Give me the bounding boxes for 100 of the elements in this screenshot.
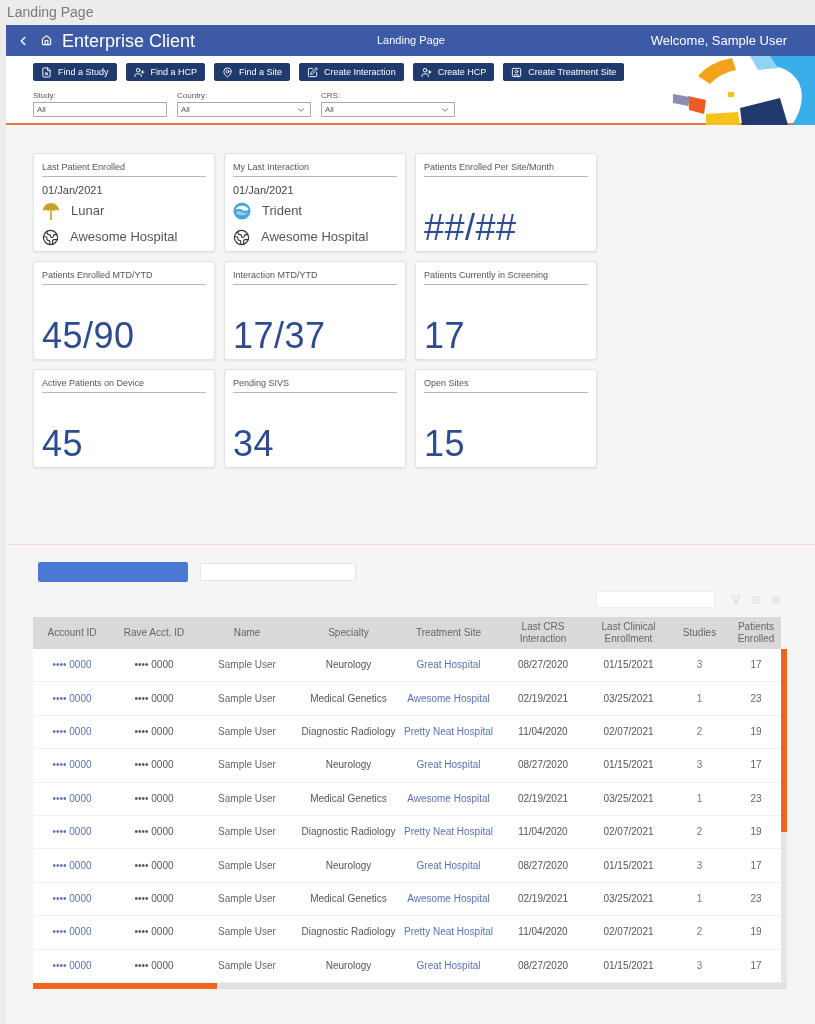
settings-icon[interactable] (771, 594, 781, 605)
table-cell-text: 1 (695, 891, 704, 906)
scrollbar-thumb[interactable] (781, 649, 787, 832)
table-row[interactable]: •••• 0000 •••• 0000 Sample User Diagnostic Radiology Pretty Neat Hospital 11/04/2020 02/07/2021 2 19 (33, 916, 781, 950)
table-cell-text: 17 (749, 858, 763, 873)
globe-icon (42, 228, 59, 246)
filter-icon[interactable] (731, 594, 741, 605)
person-card-icon (511, 66, 523, 78)
table-row[interactable]: •••• 0000 •••• 0000 Sample User Neurology Great Hospital 08/27/2020 01/15/2021 3 17 (33, 849, 781, 883)
table-cell-text: Sample User (217, 891, 277, 906)
toolbar-button[interactable]: Create HCP (412, 63, 495, 81)
column-header[interactable]: Studies (668, 617, 731, 649)
card-date: 01/Jan/2021 (42, 183, 104, 197)
table-cell-text: 02/07/2021 (602, 925, 655, 940)
table-cell-text: 08/27/2020 (516, 758, 570, 773)
site-name: Awesome Hospital (261, 229, 369, 245)
table-cell-text: 17 (749, 658, 763, 673)
field-label: Study: (33, 91, 57, 100)
table-cell-text: Neurology (324, 958, 373, 973)
table-cell-text: •••• 0000 (133, 658, 175, 673)
table-row[interactable]: •••• 0000 •••• 0000 Sample User Neurology Great Hospital 08/27/2020 01/15/2021 3 17 (33, 749, 781, 783)
input-field[interactable]: All (33, 102, 167, 117)
table-cell-text: •••• 0000 (51, 825, 93, 840)
table-row[interactable]: •••• 0000 •••• 0000 Sample User Medical Genetics Awesome Hospital 02/19/2021 03/25/2021 1 23 (33, 682, 781, 716)
toolbar-button[interactable]: Create Treatment Site (503, 63, 625, 81)
table-cell-text: Medical Genetics (309, 691, 388, 706)
table-cell-text: Pretty Neat Hospital (403, 825, 494, 840)
table-cell-text: 03/25/2021 (602, 791, 655, 806)
document-search-icon (41, 66, 52, 78)
table-row[interactable]: •••• 0000 •••• 0000 Sample User Neurology Great Hospital 08/27/2020 01/15/2021 3 17 (33, 649, 781, 683)
table-cell-text: •••• 0000 (51, 858, 93, 873)
column-header[interactable]: Account ID (33, 617, 111, 649)
table-cell-text: •••• 0000 (133, 691, 175, 706)
table-cell-text: •••• 0000 (133, 825, 175, 840)
table-cell-text: Great Hospital (415, 658, 482, 673)
frame-title: Landing Page (7, 3, 94, 22)
table-cell-text: 17 (749, 958, 763, 973)
column-header[interactable]: Specialty (297, 617, 400, 649)
dropdown[interactable]: All (321, 102, 455, 117)
home-icon[interactable] (41, 35, 52, 46)
table-cell-text: Medical Genetics (309, 791, 388, 806)
table-cell-text: Sample User (217, 925, 277, 940)
toolbar-button[interactable]: Find a Site (214, 63, 291, 81)
table-row[interactable]: •••• 0000 •••• 0000 Sample User Medical Genetics Awesome Hospital 02/19/2021 03/25/2021 1 23 (33, 882, 781, 917)
wave-circle-icon (233, 202, 251, 220)
table-cell-text: 08/27/2020 (516, 958, 570, 973)
table-cell-text: Awesome Hospital (406, 691, 491, 706)
table-row[interactable]: •••• 0000 •••• 0000 Sample User Medical Genetics Awesome Hospital 02/19/2021 03/25/2021 1 23 (33, 782, 781, 816)
table-cell-text: Neurology (324, 758, 373, 773)
app-title: Enterprise Client (62, 29, 196, 52)
table-cell-text: 03/25/2021 (602, 691, 655, 706)
card-title: My Last Interaction (233, 161, 397, 177)
table-cell-text: 17 (749, 758, 763, 773)
metric-value: 15 (424, 424, 467, 464)
card-title: Pending SIVS (233, 377, 397, 393)
table-cell-text: 01/15/2021 (602, 858, 655, 873)
column-header[interactable]: Patients Enrolled (731, 617, 781, 649)
table-cell-text: 03/25/2021 (602, 891, 655, 906)
table-cell-text: 23 (749, 891, 763, 906)
table-cell-text: 19 (749, 925, 763, 940)
table-cell-text: Sample User (217, 858, 277, 873)
table-row[interactable]: •••• 0000 •••• 0000 Sample User Diagnostic Radiology Pretty Neat Hospital 11/04/2020 02/07/2021 2 19 (33, 715, 781, 750)
secondary-button[interactable] (200, 563, 356, 581)
table-cell-text: Sample User (217, 791, 277, 806)
table-cell-text: •••• 0000 (133, 758, 175, 773)
metric-value: 17 (424, 316, 467, 356)
toolbar-button[interactable]: Find a HCP (125, 63, 206, 81)
column-header[interactable]: Rave Acct. ID (111, 617, 197, 649)
table-cell-text: 2 (695, 825, 704, 840)
table-cell-text: Diagnostic Radiology (300, 825, 397, 840)
table-cell-text: Sample User (217, 691, 277, 706)
dropdown[interactable]: All (177, 102, 311, 117)
person-plus-icon (420, 66, 432, 78)
toolbar-button[interactable]: Create Interaction (299, 63, 404, 81)
table-cell-text: •••• 0000 (51, 958, 93, 973)
toolbar-button[interactable]: Find a Study (33, 63, 117, 81)
vertical-scrollbar[interactable] (781, 649, 787, 983)
page-title: Landing Page (377, 33, 445, 47)
scrollbar-thumb[interactable] (33, 982, 217, 989)
table-row[interactable]: •••• 0000 •••• 0000 Sample User Neurology Great Hospital 08/27/2020 01/15/2021 3 17 (33, 949, 781, 983)
horizontal-scrollbar[interactable] (33, 982, 787, 989)
table-row[interactable]: •••• 0000 •••• 0000 Sample User Diagnostic Radiology Pretty Neat Hospital 11/04/2020 02/07/2021 2 19 (33, 815, 781, 850)
table-cell-text: •••• 0000 (133, 724, 175, 739)
card-title: Patients Enrolled MTD/YTD (42, 269, 206, 285)
table-cell-text: 02/19/2021 (516, 791, 570, 806)
primary-button[interactable] (38, 562, 188, 582)
table-cell-text: Medical Genetics (309, 891, 388, 906)
column-header[interactable]: Treatment Site (400, 617, 497, 649)
table-cell-text: Pretty Neat Hospital (403, 724, 494, 739)
column-header[interactable]: Last Clinical Enrollment (589, 617, 668, 649)
card-date: 01/Jan/2021 (233, 183, 295, 197)
table-cell-text: •••• 0000 (51, 791, 93, 806)
column-header[interactable]: Last CRS Interaction (497, 617, 589, 649)
table-cell-text: Diagnostic Radiology (300, 724, 397, 739)
metric-value: ##/## (424, 208, 518, 248)
table-cell-text: •••• 0000 (51, 724, 93, 739)
table-cell-text: Great Hospital (415, 958, 482, 973)
column-header[interactable]: Name (197, 617, 297, 649)
table-cell-text: Great Hospital (415, 758, 482, 773)
table-cell-text: •••• 0000 (51, 925, 93, 940)
